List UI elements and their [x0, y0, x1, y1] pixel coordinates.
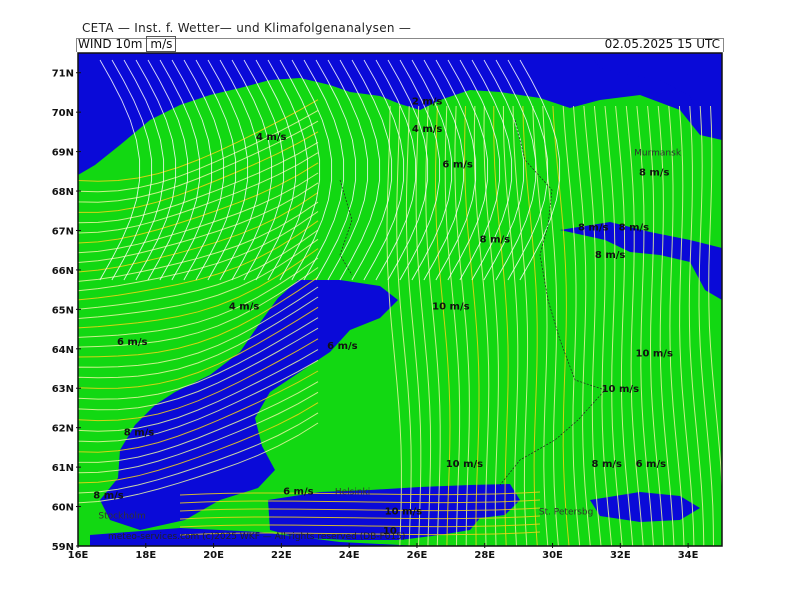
city-label: Stockholm — [98, 511, 145, 521]
speed-label: 8 m/s — [480, 234, 511, 245]
lat-tick-label: 61N — [52, 463, 74, 474]
lat-tick-label: 60N — [52, 503, 74, 514]
speed-label: 10 m/s — [446, 459, 483, 470]
speed-label: 4 m/s — [412, 124, 443, 135]
lat-tick-label: 69N — [52, 148, 74, 159]
speed-label: 6 m/s — [636, 459, 667, 470]
lat-tick-label: 62N — [52, 424, 74, 435]
wind-map: 71N70N69N68N67N66N65N64N63N62N61N60N59N … — [52, 52, 723, 561]
lat-tick-label: 71N — [52, 69, 74, 80]
speed-label: 8 m/s — [578, 222, 609, 233]
map-field — [78, 53, 722, 546]
lat-tick-label: 64N — [52, 345, 74, 356]
lon-tick-label: 34E — [678, 550, 699, 561]
city-label: Murmansk — [634, 149, 682, 159]
lon-tick-label: 30E — [542, 550, 563, 561]
speed-label: 10 m/s — [602, 384, 639, 395]
city-label: Helsinki — [335, 488, 370, 498]
speed-label: 10 m/s — [385, 506, 422, 517]
lat-axis: 71N70N69N68N67N66N65N64N63N62N61N60N59N — [52, 69, 81, 553]
speed-label: 6 m/s — [283, 487, 314, 498]
lat-tick-label: 63N — [52, 384, 74, 395]
lon-tick-label: 26E — [407, 550, 428, 561]
speed-label: 8 m/s — [619, 222, 650, 233]
speed-label: 6 m/s — [327, 341, 358, 352]
lat-tick-label: 65N — [52, 305, 74, 316]
lon-tick-label: 22E — [271, 550, 292, 561]
speed-label: 8 m/s — [124, 428, 155, 439]
credit-text: meteo-services.com (c)2025 WKF — All rig… — [108, 532, 405, 542]
lon-tick-label: 20E — [203, 550, 224, 561]
speed-label: 10 m/s — [432, 301, 469, 312]
lat-tick-label: 68N — [52, 187, 74, 198]
lon-tick-label: 24E — [339, 550, 360, 561]
lon-tick-label: 28E — [474, 550, 495, 561]
lat-tick-label: 70N — [52, 108, 74, 119]
speed-label: 8 m/s — [592, 459, 623, 470]
speed-label: 4 m/s — [229, 301, 260, 312]
speed-label: 6 m/s — [117, 337, 148, 348]
speed-label: 8 m/s — [639, 167, 670, 178]
city-label: St. Petersbg — [539, 507, 594, 517]
lon-tick-label: 32E — [610, 550, 631, 561]
lat-tick-label: 66N — [52, 266, 74, 277]
lon-tick-label: 18E — [135, 550, 156, 561]
speed-label: 6 m/s — [442, 159, 473, 170]
speed-label: 8 m/s — [595, 250, 626, 261]
speed-label: 10 m/s — [635, 349, 672, 360]
speed-label: 2 m/s — [412, 96, 443, 107]
speed-label: 8 m/s — [93, 491, 124, 502]
lat-tick-label: 67N — [52, 226, 74, 237]
speed-label: 4 m/s — [256, 132, 287, 143]
lon-tick-label: 16E — [68, 550, 89, 561]
